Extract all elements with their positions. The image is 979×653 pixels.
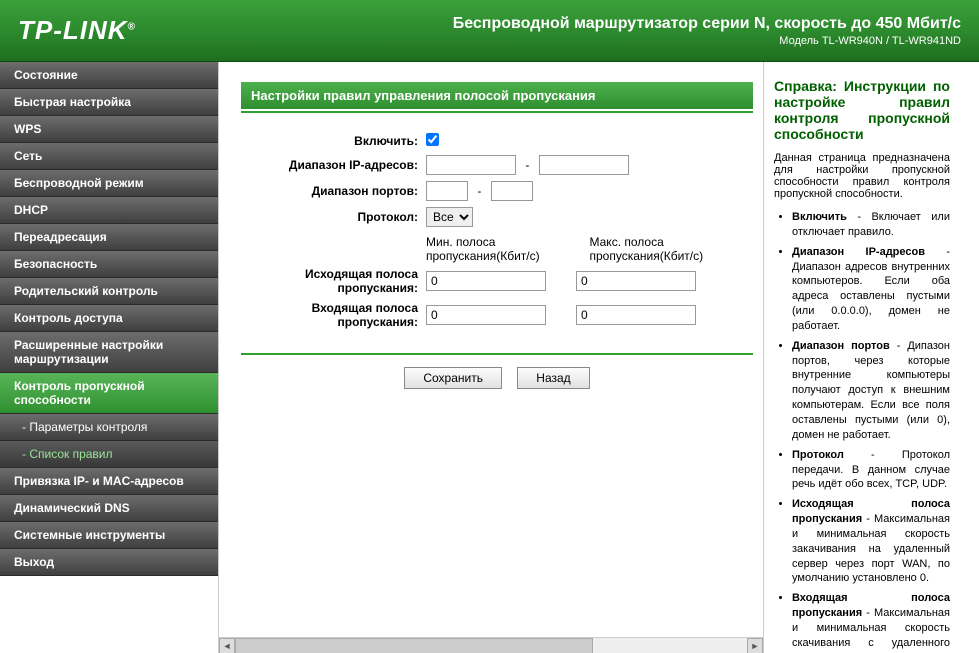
scroll-left-icon[interactable]: ◄ (219, 638, 235, 653)
sidebar-item-17[interactable]: Выход (0, 549, 218, 576)
port-to-input[interactable] (491, 181, 533, 201)
sidebar-item-16[interactable]: Системные инструменты (0, 522, 218, 549)
help-intro: Данная страница предназначена для настро… (774, 152, 950, 200)
header-model: Модель TL-WR940N / TL-WR941ND (453, 35, 961, 47)
sidebar-item-14[interactable]: Привязка IP- и MAC-адресов (0, 468, 218, 495)
ingress-min-input[interactable] (426, 305, 546, 325)
sidebar-item-2[interactable]: WPS (0, 116, 218, 143)
sidebar-item-12[interactable]: - Параметры контроля (0, 414, 218, 441)
help-item-2: Диапазон портов - Дипазон портов, через … (792, 339, 950, 443)
port-from-input[interactable] (426, 181, 468, 201)
label-ip-range: Диапазон IP-адресов: (241, 158, 426, 172)
scroll-right-icon[interactable]: ► (747, 638, 763, 653)
sidebar-item-4[interactable]: Беспроводной режим (0, 170, 218, 197)
help-item-3: Протокол - Протокол передачи. В данном с… (792, 448, 950, 493)
scrollbar-thumb[interactable] (235, 638, 593, 653)
sidebar: СостояниеБыстрая настройкаWPSСетьБеспров… (0, 62, 218, 653)
sidebar-item-1[interactable]: Быстрая настройка (0, 89, 218, 116)
label-protocol: Протокол: (241, 210, 426, 224)
sidebar-item-8[interactable]: Родительский контроль (0, 278, 218, 305)
help-item-0: Включить - Включает или отключает правил… (792, 210, 950, 240)
help-item-4: Исходящая полоса пропускания - Максималь… (792, 497, 950, 586)
logo: TP-LINK® (18, 15, 136, 46)
range-sep: - (519, 158, 535, 172)
sidebar-item-13[interactable]: - Список правил (0, 441, 218, 468)
help-item-5: Входящая полоса пропускания - Максимальн… (792, 591, 950, 653)
label-min-bw: Мин. полоса пропускания(Кбит/с) (426, 235, 590, 263)
back-button[interactable]: Назад (517, 367, 589, 389)
ip-to-input[interactable] (539, 155, 629, 175)
label-port-range: Диапазон портов: (241, 184, 426, 198)
label-egress: Исходящая полоса пропускания: (241, 267, 426, 295)
horizontal-scrollbar[interactable]: ◄ ► (219, 637, 763, 653)
sidebar-item-3[interactable]: Сеть (0, 143, 218, 170)
label-ingress: Входящая полоса пропускания: (241, 301, 426, 329)
sidebar-item-6[interactable]: Переадресация (0, 224, 218, 251)
content: Настройки правил управления полосой проп… (219, 62, 764, 653)
header-title: Беспроводной маршрутизатор серии N, скор… (453, 15, 961, 33)
sidebar-item-15[interactable]: Динамический DNS (0, 495, 218, 522)
sidebar-item-5[interactable]: DHCP (0, 197, 218, 224)
label-enable: Включить: (241, 134, 426, 148)
help-item-1: Диапазон IP-адресов - Диапазон адресов в… (792, 245, 950, 334)
range-sep: - (471, 184, 487, 198)
header-right: Беспроводной маршрутизатор серии N, скор… (453, 15, 961, 47)
enable-checkbox[interactable] (426, 133, 439, 146)
egress-min-input[interactable] (426, 271, 546, 291)
egress-max-input[interactable] (576, 271, 696, 291)
help-title: Справка: Инструкции по настройке правил … (774, 78, 950, 142)
page-title: Настройки правил управления полосой проп… (241, 82, 753, 109)
label-max-bw: Макс. полоса пропускания(Кбит/с) (590, 235, 754, 263)
header: TP-LINK® Беспроводной маршрутизатор сери… (0, 0, 979, 62)
ingress-max-input[interactable] (576, 305, 696, 325)
sidebar-item-9[interactable]: Контроль доступа (0, 305, 218, 332)
sidebar-item-10[interactable]: Расширенные настройки маршрутизации (0, 332, 218, 373)
ip-from-input[interactable] (426, 155, 516, 175)
sidebar-item-11[interactable]: Контроль пропускной способности (0, 373, 218, 414)
sidebar-item-7[interactable]: Безопасность (0, 251, 218, 278)
divider (241, 111, 753, 113)
save-button[interactable]: Сохранить (404, 367, 502, 389)
protocol-select[interactable]: Все (426, 207, 473, 227)
help-panel: Справка: Инструкции по настройке правил … (764, 62, 960, 653)
sidebar-item-0[interactable]: Состояние (0, 62, 218, 89)
